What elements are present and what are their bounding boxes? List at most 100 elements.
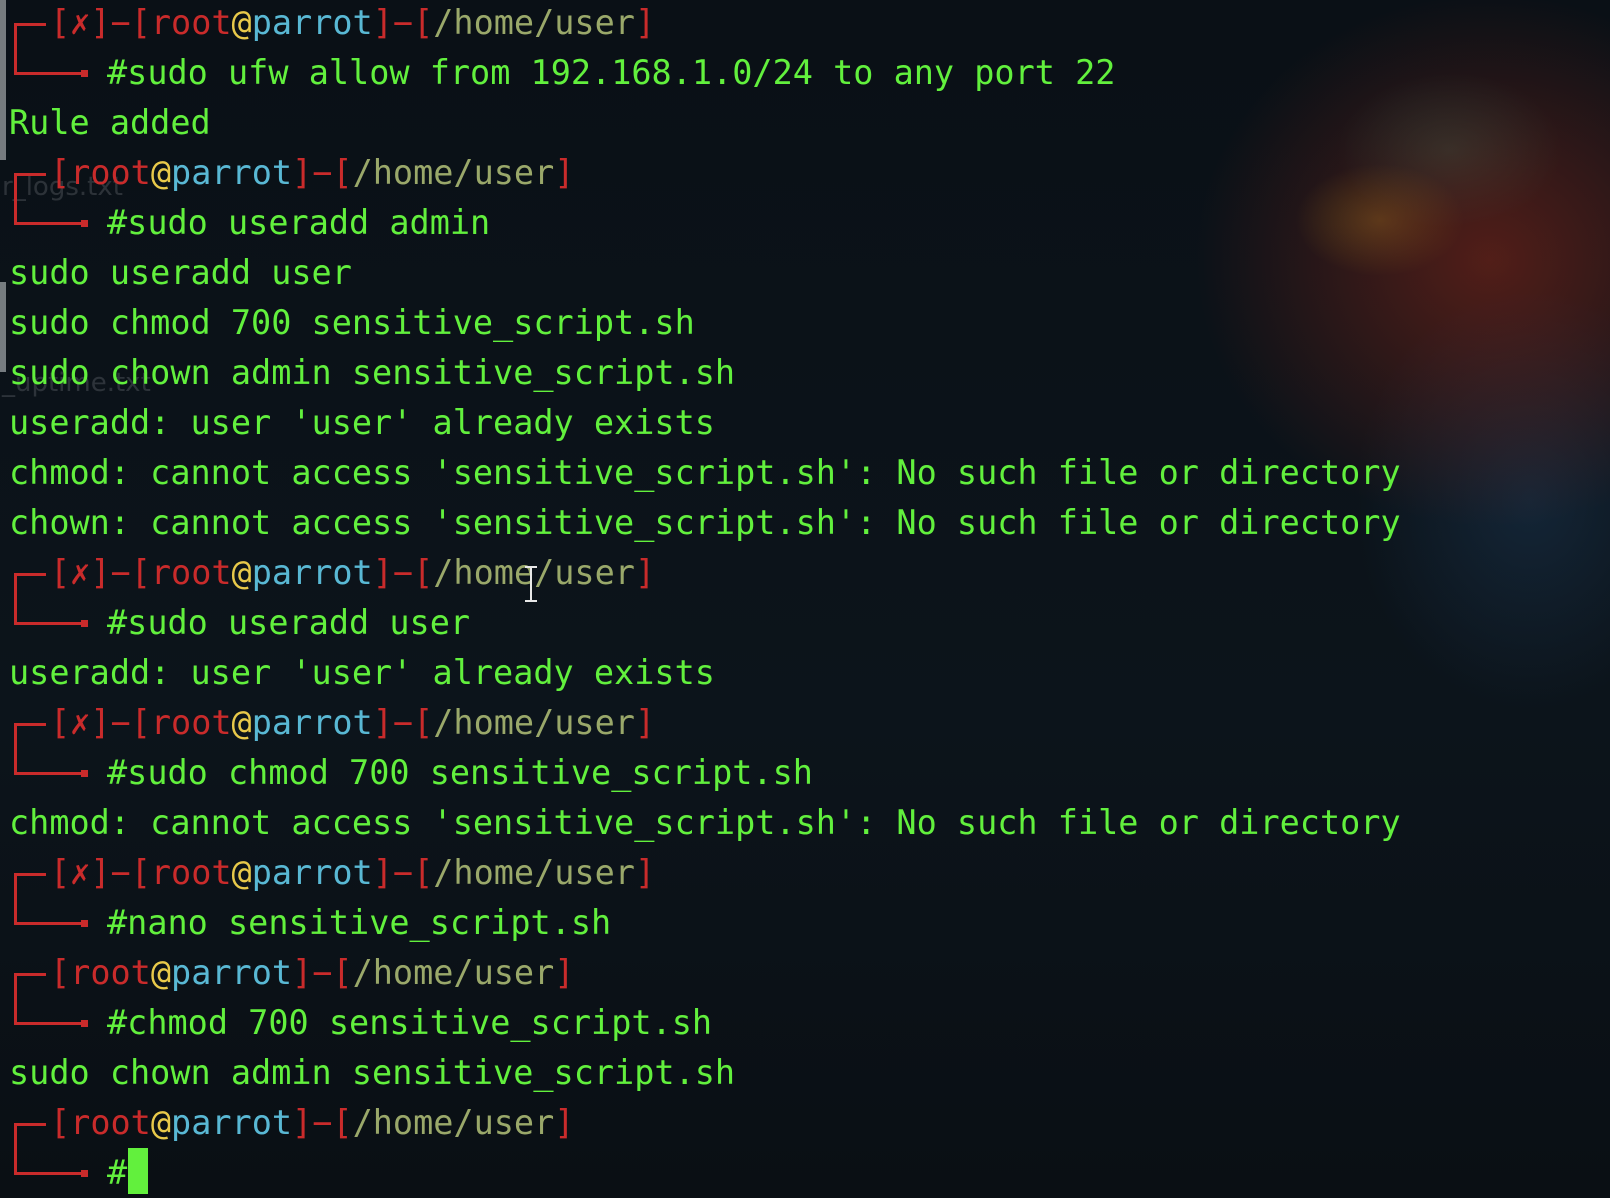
prompt-dash: − (110, 853, 131, 892)
output-line: sudo chown admin sensitive_script.sh (9, 353, 736, 392)
prompt-line: [✗]−[root@parrot]−[/home/user] (50, 0, 655, 48)
prompt-host: parrot (251, 553, 373, 592)
prompt-dash: − (110, 3, 131, 42)
error-status-icon: ✗ (70, 3, 91, 42)
terminal-window[interactable]: r_logs.txt _uptime.txt [✗]−[root@parrot]… (0, 0, 1610, 1198)
command-line: #nano sensitive_script.sh (107, 898, 611, 948)
prompt-bracket: ] (90, 3, 111, 42)
prompt-dash: − (110, 553, 131, 592)
prompt-at: @ (231, 703, 252, 742)
prompt-user: root (150, 853, 232, 892)
prompt-host: parrot (171, 1103, 293, 1142)
prompt-line: [✗]−[root@parrot]−[/home/user] (50, 548, 655, 598)
prompt-at: @ (150, 153, 172, 192)
prompt-symbol: # (107, 203, 128, 242)
prompt-bracket: ] (372, 553, 393, 592)
prompt-path: /home/user (352, 153, 555, 192)
output-line: useradd: user 'user' already exists (9, 653, 715, 692)
prompt-dash: − (392, 553, 414, 592)
error-status-icon: ✗ (70, 703, 91, 742)
prompt-line: [root@parrot]−[/home/user] (50, 948, 574, 998)
prompt-dash: − (312, 953, 333, 992)
prompt-path: /home/user (433, 853, 635, 892)
prompt-line: [root@parrot]−[/home/user] (50, 1098, 574, 1148)
prompt-line: [root@parrot]−[/home/user] (50, 148, 574, 198)
active-command-input[interactable]: # (107, 1148, 149, 1198)
output-line: useradd: user 'user' already exists (9, 403, 715, 442)
prompt-bracket: [ (413, 3, 434, 42)
command-text: sudo useradd admin (127, 203, 491, 242)
prompt-bracket: [ (130, 703, 151, 742)
prompt-bracket: ] (634, 703, 656, 742)
prompt-host: parrot (251, 3, 373, 42)
command-text: sudo ufw allow from 192.168.1.0/24 to an… (127, 53, 1116, 92)
prompt-path: /home/user (433, 703, 635, 742)
error-status-icon: ✗ (70, 553, 91, 592)
prompt-at: @ (231, 553, 252, 592)
prompt-dash: − (312, 1103, 333, 1142)
command-line: #sudo useradd admin (107, 198, 490, 248)
prompt-bracket: ] (90, 853, 111, 892)
prompt-symbol: # (107, 603, 128, 642)
prompt-bracket: [ (332, 1103, 353, 1142)
prompt-host: parrot (251, 853, 373, 892)
prompt-bracket: [ (413, 703, 434, 742)
command-line: #chmod 700 sensitive_script.sh (107, 998, 712, 1048)
prompt-bracket: ] (292, 953, 313, 992)
output-line: sudo useradd user (9, 253, 352, 292)
prompt-bracket: [ (130, 853, 151, 892)
prompt-bracket: [ (50, 553, 71, 592)
prompt-bracket: [ (50, 953, 71, 992)
prompt-bracket: [ (50, 1103, 71, 1142)
prompt-bracket: [ (332, 953, 353, 992)
prompt-bracket: [ (130, 553, 151, 592)
prompt-at: @ (150, 1103, 172, 1142)
prompt-bracket: ] (634, 3, 656, 42)
prompt-host: parrot (171, 953, 293, 992)
prompt-at: @ (150, 953, 172, 992)
text-cursor-ibeam-icon (524, 566, 538, 602)
prompt-user: root (70, 953, 151, 992)
prompt-bracket: ] (292, 153, 313, 192)
prompt-line: [✗]−[root@parrot]−[/home/user] (50, 848, 655, 898)
prompt-path: /home/user (433, 3, 635, 42)
prompt-user: root (70, 153, 151, 192)
prompt-bracket: [ (332, 153, 353, 192)
prompt-at: @ (231, 3, 252, 42)
prompt-bracket: [ (50, 853, 71, 892)
command-text: sudo useradd user (127, 603, 471, 642)
prompt-host: parrot (251, 703, 373, 742)
output-line: Rule added (9, 103, 211, 142)
prompt-symbol: # (107, 1003, 128, 1042)
prompt-dash: − (110, 703, 131, 742)
prompt-line: [✗]−[root@parrot]−[/home/user] (50, 698, 655, 748)
command-text: chmod 700 sensitive_script.sh (127, 1003, 713, 1042)
output-line: sudo chown admin sensitive_script.sh (9, 1053, 736, 1092)
prompt-dash: − (392, 703, 414, 742)
prompt-bracket: ] (554, 153, 575, 192)
prompt-symbol: # (107, 53, 128, 92)
prompt-dash: − (392, 853, 414, 892)
output-line: chmod: cannot access 'sensitive_script.s… (9, 803, 1401, 842)
prompt-bracket: ] (634, 553, 656, 592)
prompt-bracket: [ (50, 3, 71, 42)
prompt-user: root (150, 703, 232, 742)
prompt-dash: − (392, 3, 414, 42)
command-text: sudo chmod 700 sensitive_script.sh (127, 753, 813, 792)
prompt-bracket: [ (413, 853, 434, 892)
prompt-bracket: ] (292, 1103, 313, 1142)
prompt-dash: − (312, 153, 333, 192)
prompt-user: root (150, 553, 232, 592)
prompt-bracket: ] (554, 1103, 575, 1142)
prompt-symbol: # (107, 1153, 128, 1192)
prompt-at: @ (231, 853, 252, 892)
terminal-cursor (128, 1148, 149, 1194)
prompt-user: root (70, 1103, 151, 1142)
prompt-bracket: [ (413, 553, 434, 592)
error-status-icon: ✗ (70, 853, 91, 892)
prompt-bracket: ] (90, 553, 111, 592)
prompt-bracket: ] (372, 703, 393, 742)
prompt-bracket: ] (372, 853, 393, 892)
prompt-user: root (150, 3, 232, 42)
command-text: nano sensitive_script.sh (127, 903, 612, 942)
